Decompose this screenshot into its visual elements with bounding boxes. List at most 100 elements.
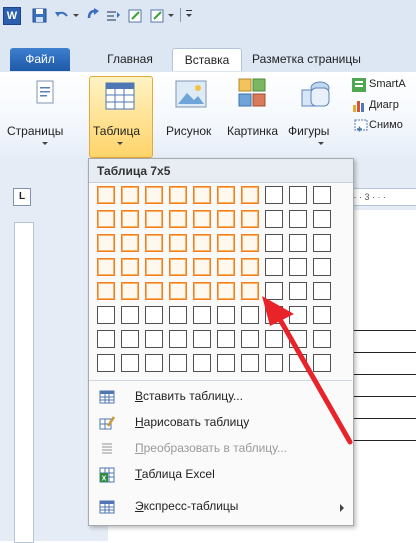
grid-cell[interactable] xyxy=(313,306,331,324)
picture-button[interactable]: Рисунок xyxy=(166,124,211,138)
grid-cell[interactable] xyxy=(121,186,139,204)
shapes-button[interactable]: Фигуры xyxy=(288,124,329,138)
grid-cell[interactable] xyxy=(97,282,115,300)
grid-cell[interactable] xyxy=(313,258,331,276)
edit-dropdown-icon[interactable] xyxy=(168,14,174,17)
grid-cell[interactable] xyxy=(97,210,115,228)
edit-document-icon[interactable] xyxy=(128,8,143,23)
format-icon[interactable] xyxy=(106,8,121,23)
customize-dropdown-icon[interactable] xyxy=(186,14,192,17)
grid-cell[interactable] xyxy=(313,210,331,228)
grid-cell[interactable] xyxy=(121,282,139,300)
grid-cell[interactable] xyxy=(193,282,211,300)
grid-cell[interactable] xyxy=(121,354,139,372)
grid-cell[interactable] xyxy=(169,210,187,228)
customize-icon[interactable] xyxy=(186,10,192,11)
grid-cell[interactable] xyxy=(193,330,211,348)
grid-cell[interactable] xyxy=(241,186,259,204)
grid-cell[interactable] xyxy=(145,258,163,276)
chart-button[interactable]: Диагр xyxy=(369,99,399,111)
smartart-button[interactable]: SmartA xyxy=(369,78,406,90)
grid-cell[interactable] xyxy=(169,186,187,204)
tab-insert[interactable]: Вставка xyxy=(172,48,242,71)
insert-table-item[interactable]: Вставить таблицу... xyxy=(89,384,352,410)
tab-page-layout[interactable]: Разметка страницы xyxy=(252,48,416,70)
grid-cell[interactable] xyxy=(193,234,211,252)
clipart-button[interactable]: Картинка xyxy=(227,124,278,138)
grid-cell[interactable] xyxy=(289,354,307,372)
grid-cell[interactable] xyxy=(121,210,139,228)
grid-cell[interactable] xyxy=(97,306,115,324)
grid-cell[interactable] xyxy=(169,330,187,348)
grid-cell[interactable] xyxy=(289,330,307,348)
grid-cell[interactable] xyxy=(193,258,211,276)
grid-cell[interactable] xyxy=(217,234,235,252)
grid-cell[interactable] xyxy=(169,354,187,372)
grid-cell[interactable] xyxy=(145,354,163,372)
grid-cell[interactable] xyxy=(265,210,283,228)
grid-cell[interactable] xyxy=(241,306,259,324)
grid-cell[interactable] xyxy=(121,306,139,324)
grid-cell[interactable] xyxy=(217,354,235,372)
grid-cell[interactable] xyxy=(289,306,307,324)
grid-cell[interactable] xyxy=(217,330,235,348)
grid-cell[interactable] xyxy=(217,186,235,204)
draw-table-item[interactable]: Нарисовать таблицу xyxy=(89,410,352,436)
undo-dropdown-icon[interactable] xyxy=(73,14,79,17)
screenshot-button[interactable]: Снимо xyxy=(369,119,403,131)
grid-cell[interactable] xyxy=(241,210,259,228)
grid-cell[interactable] xyxy=(265,306,283,324)
grid-cell[interactable] xyxy=(289,186,307,204)
grid-cell[interactable] xyxy=(217,210,235,228)
redo-icon[interactable] xyxy=(86,8,101,23)
grid-cell[interactable] xyxy=(241,330,259,348)
grid-cell[interactable] xyxy=(265,330,283,348)
grid-cell[interactable] xyxy=(217,258,235,276)
shapes-dropdown-icon[interactable] xyxy=(318,142,324,145)
grid-cell[interactable] xyxy=(241,354,259,372)
grid-cell[interactable] xyxy=(289,258,307,276)
grid-cell[interactable] xyxy=(289,210,307,228)
grid-cell[interactable] xyxy=(265,186,283,204)
grid-cell[interactable] xyxy=(313,186,331,204)
grid-cell[interactable] xyxy=(217,306,235,324)
tab-home[interactable]: Главная xyxy=(100,48,160,70)
grid-cell[interactable] xyxy=(313,354,331,372)
grid-cell[interactable] xyxy=(169,234,187,252)
grid-cell[interactable] xyxy=(169,306,187,324)
pages-dropdown-icon[interactable] xyxy=(42,142,48,145)
grid-cell[interactable] xyxy=(97,330,115,348)
grid-cell[interactable] xyxy=(241,234,259,252)
grid-cell[interactable] xyxy=(97,354,115,372)
grid-cell[interactable] xyxy=(121,234,139,252)
grid-cell[interactable] xyxy=(241,282,259,300)
excel-table-item[interactable]: X Таблица Excel xyxy=(89,462,352,488)
grid-cell[interactable] xyxy=(265,354,283,372)
grid-cell[interactable] xyxy=(145,210,163,228)
grid-cell[interactable] xyxy=(169,282,187,300)
grid-cell[interactable] xyxy=(241,258,259,276)
grid-cell[interactable] xyxy=(313,234,331,252)
grid-cell[interactable] xyxy=(121,258,139,276)
grid-cell[interactable] xyxy=(217,282,235,300)
word-icon[interactable]: W xyxy=(3,7,21,25)
grid-cell[interactable] xyxy=(193,306,211,324)
grid-cell[interactable] xyxy=(193,354,211,372)
grid-cell[interactable] xyxy=(289,234,307,252)
grid-cell[interactable] xyxy=(193,210,211,228)
edit-document-2-icon[interactable] xyxy=(150,8,165,23)
grid-cell[interactable] xyxy=(97,258,115,276)
grid-cell[interactable] xyxy=(193,186,211,204)
grid-cell[interactable] xyxy=(265,234,283,252)
grid-cell[interactable] xyxy=(145,234,163,252)
grid-cell[interactable] xyxy=(97,234,115,252)
grid-cell[interactable] xyxy=(169,258,187,276)
grid-cell[interactable] xyxy=(289,282,307,300)
grid-cell[interactable] xyxy=(145,330,163,348)
grid-cell[interactable] xyxy=(265,258,283,276)
undo-icon[interactable] xyxy=(54,8,69,23)
pages-button[interactable]: Страницы xyxy=(7,124,63,138)
grid-cell[interactable] xyxy=(313,282,331,300)
tab-selector[interactable]: L xyxy=(13,188,31,206)
quick-tables-item[interactable]: Экспресс-таблицы xyxy=(89,494,352,520)
